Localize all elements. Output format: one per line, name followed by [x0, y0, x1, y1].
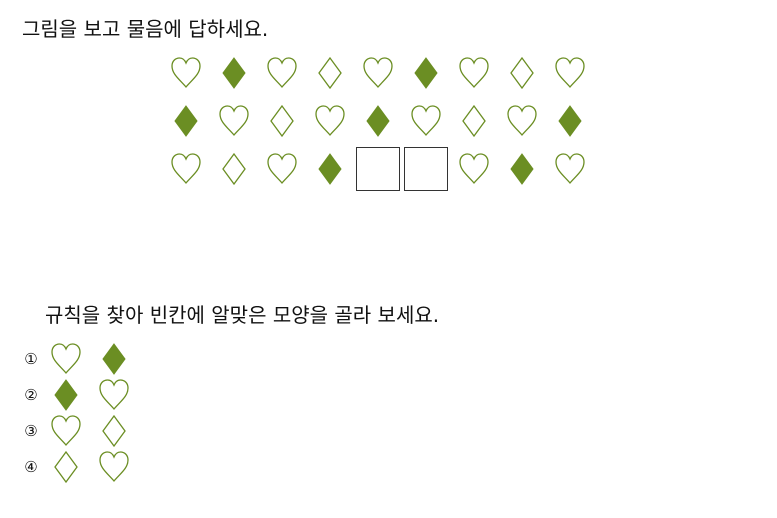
diamond-filled-icon — [402, 49, 450, 97]
diamond-filled-icon — [90, 342, 138, 376]
heart-outline-icon — [42, 342, 90, 376]
option-number: ④ — [24, 458, 38, 476]
diamond-outline-icon — [306, 49, 354, 97]
heart-outline-icon — [306, 97, 354, 145]
diamond-outline-icon — [210, 145, 258, 193]
question-text: 규칙을 찾아 빈칸에 알맞은 모양을 골라 보세요. — [45, 303, 440, 327]
pattern-row-3 — [162, 145, 594, 193]
answer-option-3[interactable]: ③ — [20, 414, 138, 448]
blank-box — [402, 145, 450, 193]
heart-outline-icon — [450, 145, 498, 193]
diamond-filled-icon — [498, 145, 546, 193]
heart-outline-icon — [90, 450, 138, 484]
heart-outline-icon — [162, 145, 210, 193]
pattern-row-2 — [162, 97, 594, 145]
diamond-outline-icon — [498, 49, 546, 97]
diamond-filled-icon — [42, 378, 90, 412]
diamond-filled-icon — [306, 145, 354, 193]
diamond-filled-icon — [354, 97, 402, 145]
answer-option-4[interactable]: ④ — [20, 450, 138, 484]
heart-outline-icon — [42, 414, 90, 448]
heart-outline-icon — [402, 97, 450, 145]
diamond-filled-icon — [546, 97, 594, 145]
diamond-filled-icon — [210, 49, 258, 97]
diamond-outline-icon — [258, 97, 306, 145]
heart-outline-icon — [450, 49, 498, 97]
blank-box — [354, 145, 402, 193]
diamond-outline-icon — [90, 414, 138, 448]
heart-outline-icon — [546, 49, 594, 97]
diamond-outline-icon — [42, 450, 90, 484]
pattern-row-1 — [162, 49, 594, 97]
blank-box-border — [404, 147, 448, 191]
heart-outline-icon — [258, 145, 306, 193]
heart-outline-icon — [162, 49, 210, 97]
answer-option-2[interactable]: ② — [20, 378, 138, 412]
diamond-filled-icon — [162, 97, 210, 145]
option-number: ① — [24, 350, 38, 368]
heart-outline-icon — [546, 145, 594, 193]
option-number: ② — [24, 386, 38, 404]
answer-option-1[interactable]: ① — [20, 342, 138, 376]
blank-box-border — [356, 147, 400, 191]
diamond-outline-icon — [450, 97, 498, 145]
page-title: 그림을 보고 물음에 답하세요. — [22, 17, 269, 41]
heart-outline-icon — [498, 97, 546, 145]
option-number: ③ — [24, 422, 38, 440]
heart-outline-icon — [258, 49, 306, 97]
heart-outline-icon — [354, 49, 402, 97]
heart-outline-icon — [90, 378, 138, 412]
heart-outline-icon — [210, 97, 258, 145]
